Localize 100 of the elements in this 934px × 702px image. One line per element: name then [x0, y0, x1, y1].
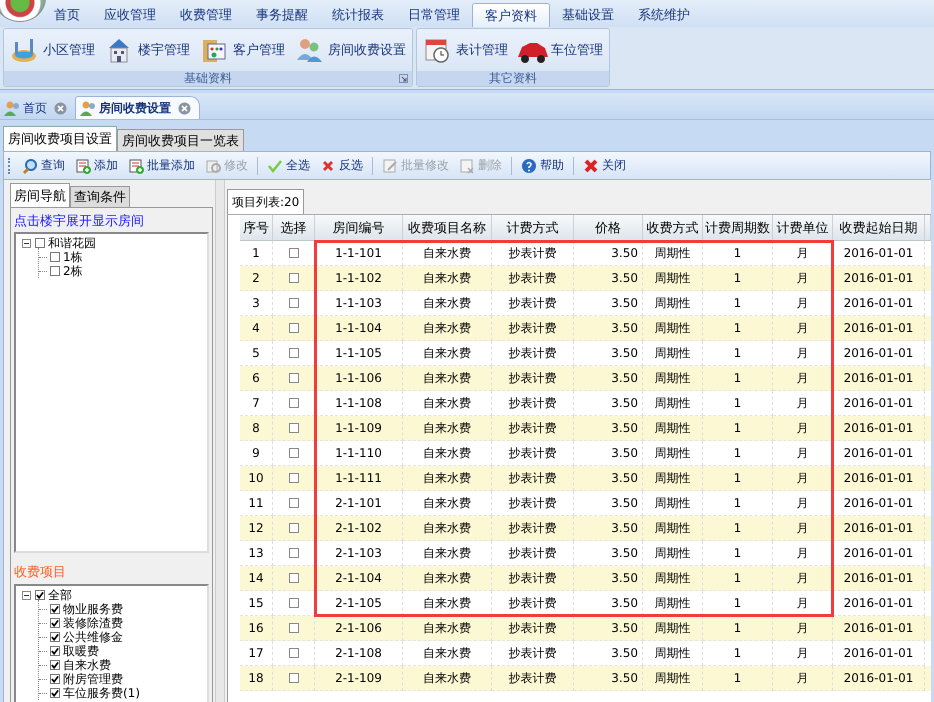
- menu-tab[interactable]: 日常管理: [396, 3, 472, 27]
- checkbox[interactable]: [288, 348, 298, 358]
- tree-item[interactable]: 物业服务费: [63, 602, 123, 616]
- column-header[interactable]: 选择: [273, 215, 315, 241]
- checkbox[interactable]: [288, 298, 298, 308]
- tree-item[interactable]: 取暖费: [63, 644, 99, 658]
- ribbon-button[interactable]: 小区管理: [6, 34, 99, 66]
- ribbon-button[interactable]: 表计管理: [419, 34, 512, 66]
- collapse-icon[interactable]: [22, 238, 31, 248]
- tree-item[interactable]: 2栋: [63, 264, 83, 278]
- checkbox[interactable]: [50, 266, 60, 276]
- list-tab[interactable]: 项目列表:20: [227, 189, 304, 214]
- table-cell: 10: [240, 466, 273, 491]
- toolbar-button[interactable]: 查询: [18, 156, 69, 175]
- menu-tab[interactable]: 基础设置: [550, 3, 626, 27]
- checkbox[interactable]: [288, 398, 298, 408]
- checkbox[interactable]: [288, 498, 298, 508]
- checkbox[interactable]: [288, 548, 298, 558]
- column-header[interactable]: 价格: [574, 215, 643, 241]
- document-tab[interactable]: 房间收费设置: [75, 96, 200, 119]
- table-cell: 周期性: [643, 266, 703, 291]
- checkbox[interactable]: [288, 523, 298, 533]
- tree-item[interactable]: 车位服务费(1): [63, 686, 140, 700]
- table-cell: 2: [240, 266, 273, 291]
- checkbox[interactable]: [288, 373, 298, 383]
- table-cell: 抄表计费: [492, 566, 574, 591]
- checkbox[interactable]: [50, 252, 60, 262]
- checkbox[interactable]: [288, 673, 298, 683]
- ribbon-button[interactable]: 车位管理: [514, 34, 607, 66]
- splitter-handle[interactable]: [215, 180, 225, 702]
- column-header[interactable]: 收费起始日期: [833, 215, 925, 241]
- ribbon-button[interactable]: 客户管理: [196, 34, 289, 66]
- checkbox[interactable]: [288, 248, 298, 258]
- table-cell: 月: [773, 591, 833, 616]
- page-tab[interactable]: 房间收费项目设置: [3, 126, 117, 151]
- toolbar-button[interactable]: 添加: [71, 156, 122, 175]
- column-header[interactable]: 计费单位: [773, 215, 833, 241]
- tree-item[interactable]: 装修除渣费: [63, 616, 123, 630]
- column-header[interactable]: 计费周期数: [703, 215, 773, 241]
- close-icon: [583, 158, 599, 174]
- table-cell: 月: [773, 516, 833, 541]
- edit-icon: [205, 158, 221, 174]
- checkbox[interactable]: [288, 473, 298, 483]
- checkbox[interactable]: [50, 674, 60, 684]
- toolbar-button[interactable]: 全选: [263, 156, 314, 175]
- close-icon[interactable]: [54, 102, 67, 114]
- checkbox[interactable]: [288, 423, 298, 433]
- menu-tab[interactable]: 统计报表: [320, 3, 396, 27]
- column-header[interactable]: 计费方式: [492, 215, 574, 241]
- table-cell: 1-1-111: [315, 466, 403, 491]
- table-cell: 2016-01-01: [833, 316, 925, 341]
- delete-document-icon: [459, 158, 475, 174]
- menu-tab[interactable]: 客户资料: [472, 3, 550, 27]
- panel-tab[interactable]: 查询条件: [70, 186, 130, 207]
- checkbox[interactable]: [50, 688, 60, 698]
- checkbox[interactable]: [288, 648, 298, 658]
- document-tab[interactable]: 首页: [0, 97, 75, 119]
- panel-tab[interactable]: 房间导航: [10, 183, 70, 207]
- ribbon-group-title: 基础资料: [184, 70, 232, 87]
- checkbox[interactable]: [288, 573, 298, 583]
- tree-item[interactable]: 自来水费: [63, 658, 111, 672]
- checkbox[interactable]: [288, 273, 298, 283]
- column-header[interactable]: 房间编号: [315, 215, 403, 241]
- checkbox[interactable]: [50, 604, 60, 614]
- checkbox[interactable]: [35, 590, 45, 600]
- page-tab[interactable]: 房间收费项目一览表: [117, 129, 244, 151]
- ribbon-button[interactable]: 房间收费设置: [291, 34, 410, 66]
- column-header[interactable]: 收费方式: [643, 215, 703, 241]
- tree-item[interactable]: 附房管理费: [63, 672, 123, 686]
- menu-tab[interactable]: 首页: [42, 3, 92, 27]
- column-header[interactable]: 序号: [240, 215, 273, 241]
- tree-item[interactable]: 全部: [48, 588, 72, 602]
- checkbox[interactable]: [50, 618, 60, 628]
- collapse-icon[interactable]: [22, 590, 31, 600]
- checkbox[interactable]: [50, 660, 60, 670]
- checkbox[interactable]: [35, 238, 45, 248]
- dialog-launcher-icon[interactable]: [399, 74, 408, 83]
- toolbar-button[interactable]: 反选: [316, 156, 367, 175]
- checkbox[interactable]: [288, 323, 298, 333]
- toolbar-button[interactable]: 帮助: [517, 156, 568, 175]
- table-cell: 1-1-106: [315, 366, 403, 391]
- menu-tab[interactable]: 系统维护: [626, 3, 702, 27]
- tree-item[interactable]: 公共维修金: [63, 630, 123, 644]
- table-cell: 3.50: [574, 266, 643, 291]
- table-cell: 周期性: [643, 666, 703, 691]
- checkbox[interactable]: [50, 646, 60, 656]
- toolbar-button[interactable]: 关闭: [579, 156, 630, 175]
- menu-tab[interactable]: 收费管理: [168, 3, 244, 27]
- checkbox[interactable]: [288, 623, 298, 633]
- checkbox[interactable]: [288, 448, 298, 458]
- checkbox[interactable]: [50, 632, 60, 642]
- toolbar-button[interactable]: 批量添加: [124, 156, 199, 175]
- close-icon[interactable]: [178, 102, 191, 114]
- column-header[interactable]: 收费项目名称: [403, 215, 492, 241]
- checkbox[interactable]: [288, 598, 298, 608]
- ribbon-button[interactable]: 楼宇管理: [101, 34, 194, 66]
- tree-item[interactable]: 1栋: [63, 250, 83, 264]
- menu-tab[interactable]: 应收管理: [92, 3, 168, 27]
- menu-tab[interactable]: 事务提醒: [244, 3, 320, 27]
- tree-item[interactable]: 和谐花园: [48, 236, 96, 250]
